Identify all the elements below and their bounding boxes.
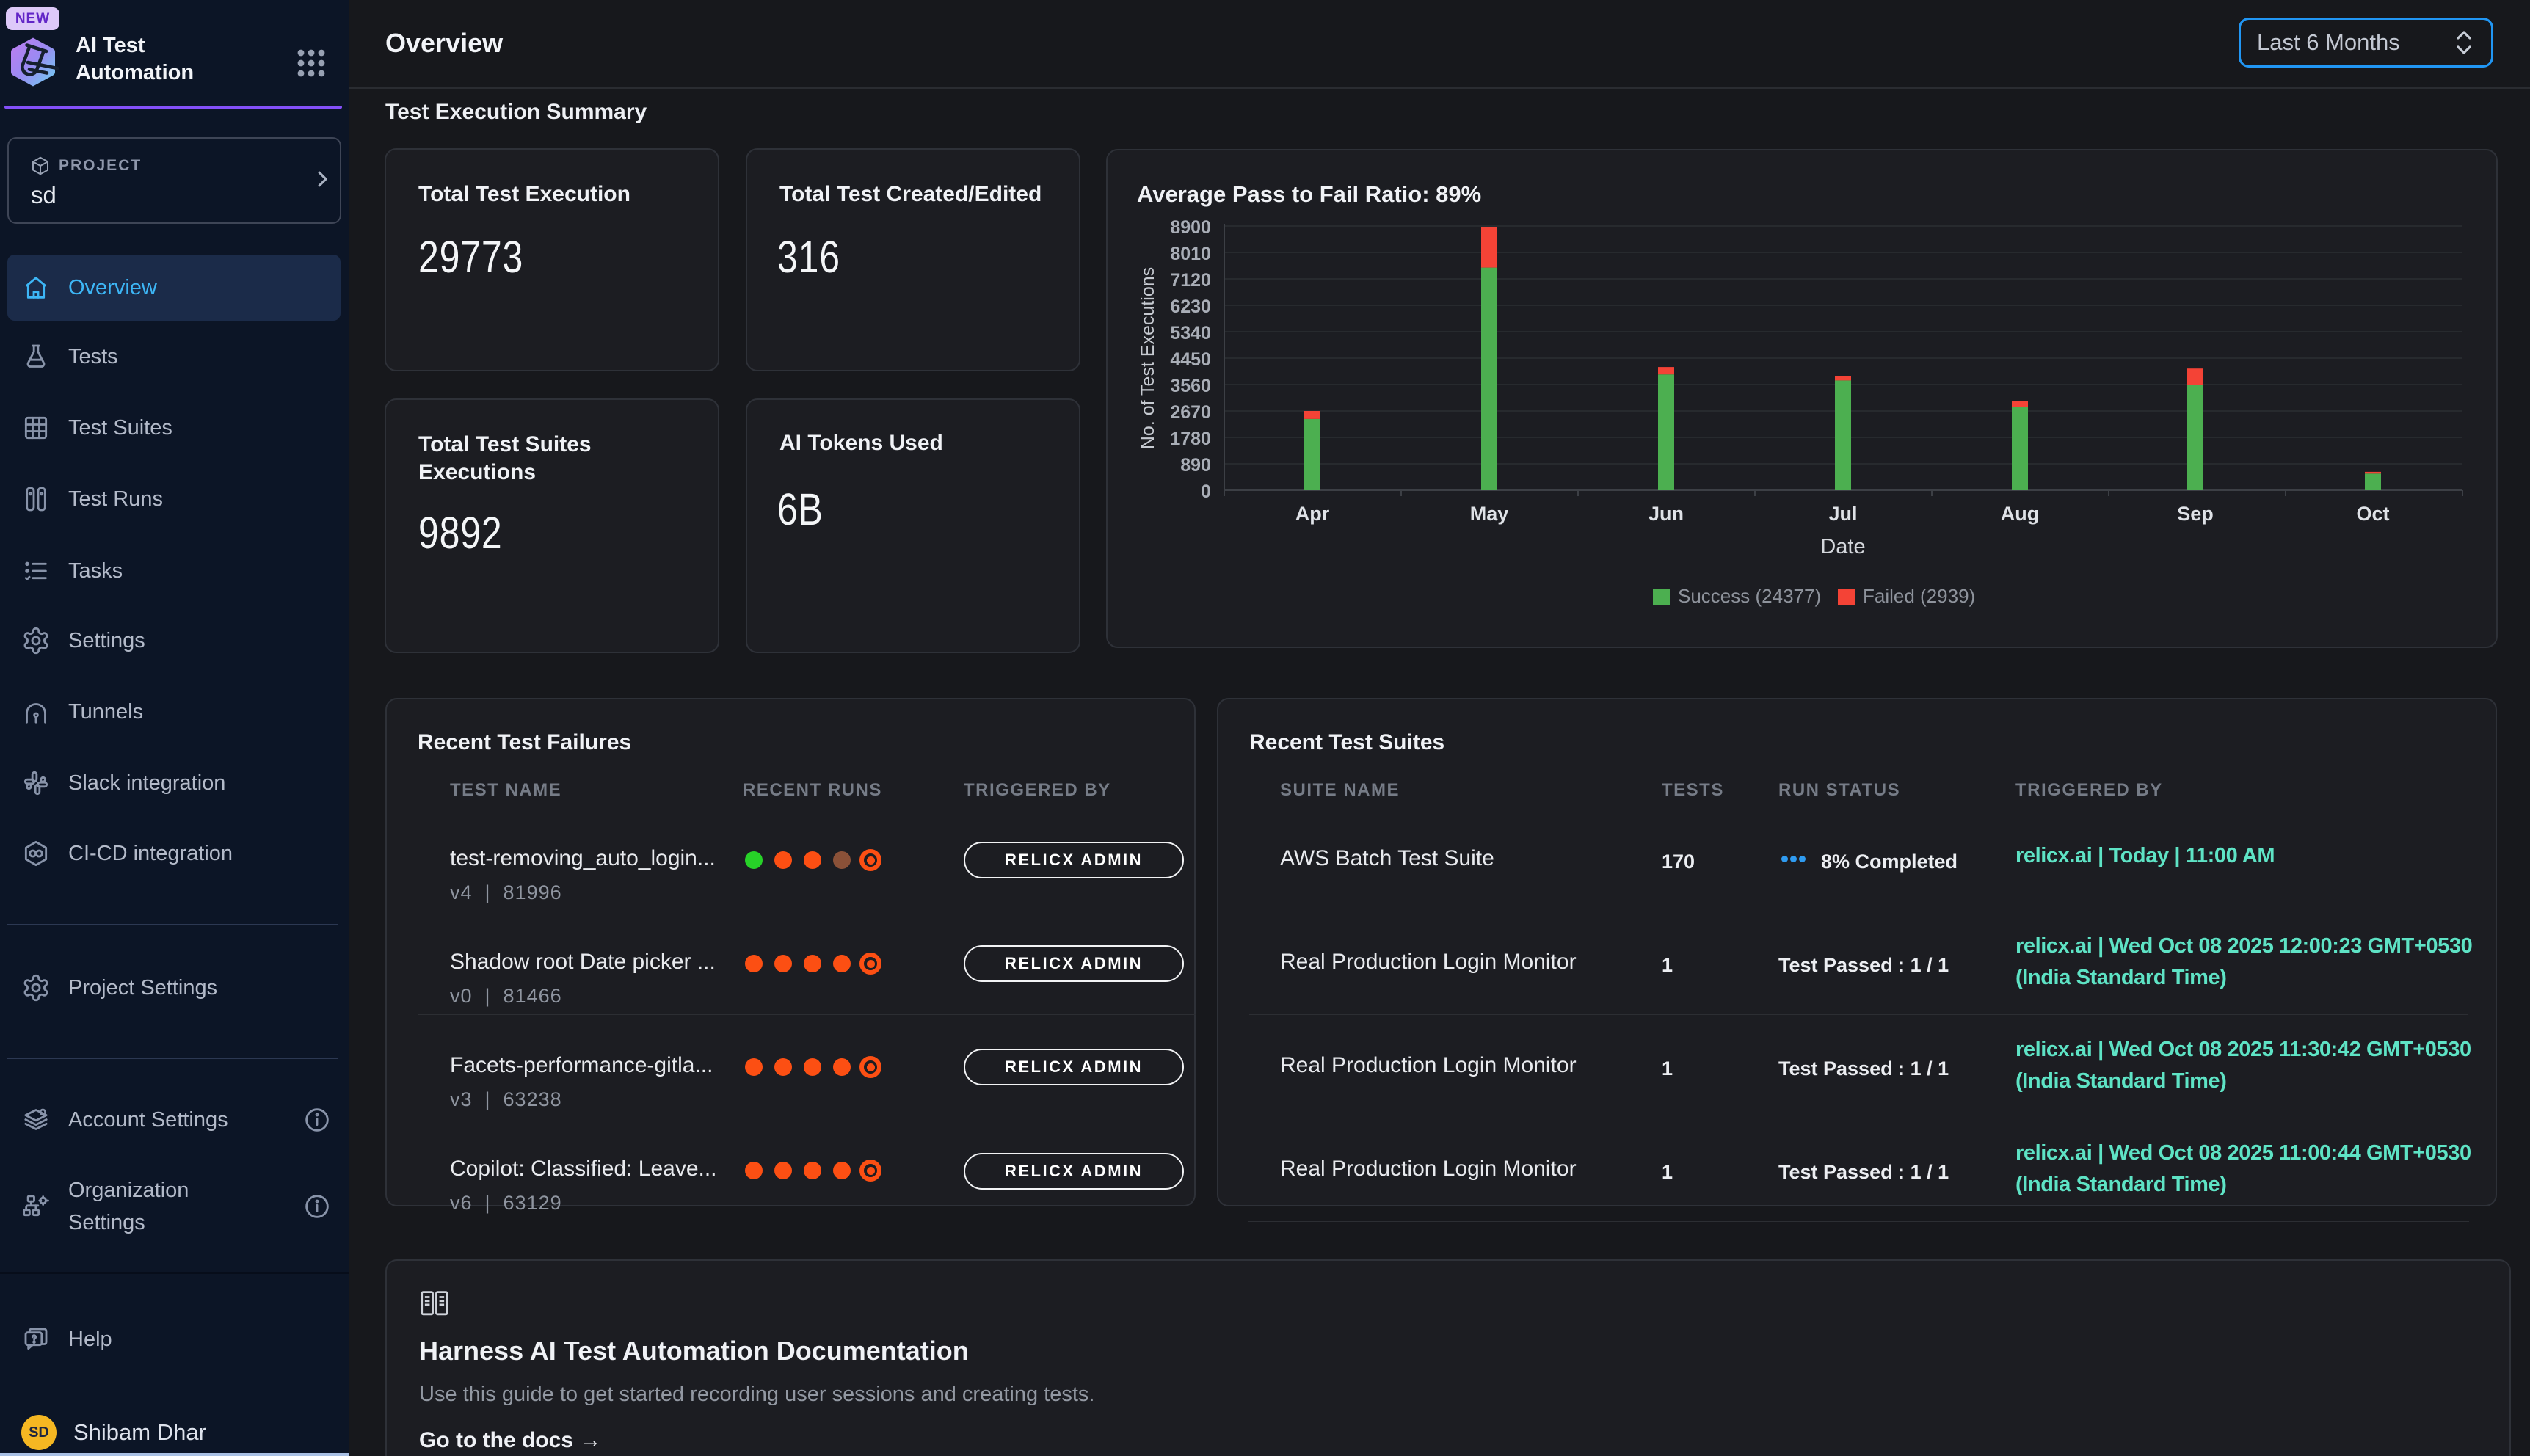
svg-text:5340: 5340 xyxy=(1170,323,1211,343)
svg-text:Success (24377): Success (24377) xyxy=(1678,585,1821,607)
svg-text:Date: Date xyxy=(1820,535,1865,558)
svg-text:0: 0 xyxy=(1201,481,1211,502)
svg-text:4450: 4450 xyxy=(1170,349,1211,370)
svg-text:Sep: Sep xyxy=(2177,503,2214,525)
svg-text:Aug: Aug xyxy=(2001,503,2039,525)
svg-text:Jul: Jul xyxy=(1828,503,1857,525)
svg-text:May: May xyxy=(1470,503,1509,525)
svg-text:3560: 3560 xyxy=(1170,376,1211,396)
svg-text:Average Pass to Fail Ratio: 89: Average Pass to Fail Ratio: 89% xyxy=(1137,181,1481,207)
svg-text:Failed (2939): Failed (2939) xyxy=(1863,585,1975,607)
svg-text:Apr: Apr xyxy=(1295,503,1330,525)
svg-text:8010: 8010 xyxy=(1170,244,1211,264)
svg-text:Jun: Jun xyxy=(1649,503,1684,525)
svg-text:2670: 2670 xyxy=(1170,402,1211,423)
svg-text:No. of Test Executions: No. of Test Executions xyxy=(1138,267,1158,449)
svg-text:6230: 6230 xyxy=(1170,296,1211,317)
svg-text:Oct: Oct xyxy=(2356,503,2389,525)
svg-text:8900: 8900 xyxy=(1170,217,1211,238)
svg-text:890: 890 xyxy=(1180,455,1211,476)
svg-text:7120: 7120 xyxy=(1170,270,1211,291)
svg-text:1780: 1780 xyxy=(1170,429,1211,449)
